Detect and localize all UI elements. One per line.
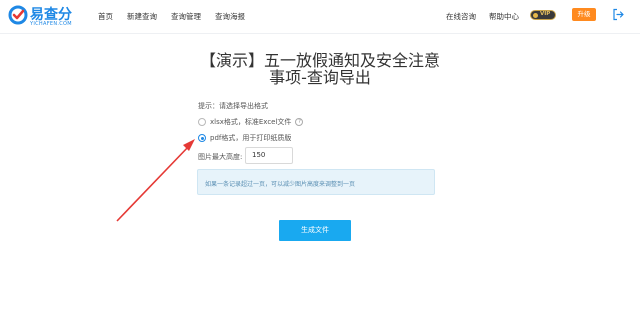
notice-text: 如果一条记录超过一页，可以减少图片高度来调整到一页 — [205, 181, 356, 188]
nav-new-query[interactable]: 新建查询 — [127, 11, 157, 22]
annotation-arrow-icon — [116, 139, 195, 222]
online-consult-link[interactable]: 在线咨询 — [446, 11, 476, 22]
page-title: 【演示】五一放假通知及安全注意事项-查询导出 — [199, 51, 440, 87]
vip-badge[interactable]: VIP — [530, 10, 556, 20]
nav-home[interactable]: 首页 — [98, 11, 113, 22]
xlsx-option-label: xlsx格式，标准Excel文件 — [210, 118, 292, 126]
logout-icon[interactable] — [612, 8, 624, 21]
nav-query-poster[interactable]: 查询海报 — [215, 11, 245, 22]
nav-query-management[interactable]: 查询管理 — [171, 11, 201, 22]
top-header: 易查分 YICHAFEN.COM 首页 新建查询 查询管理 查询海报 在线咨询 … — [0, 0, 640, 34]
help-center-link[interactable]: 帮助中心 — [489, 11, 519, 22]
pdf-format-option[interactable]: pdf格式，用于打印纸质版 — [198, 133, 291, 143]
brand-logo[interactable]: 易查分 YICHAFEN.COM — [8, 4, 78, 30]
max-height-input[interactable]: 150 — [245, 147, 293, 164]
xlsx-format-option[interactable]: xlsx格式，标准Excel文件 ? — [198, 117, 304, 127]
max-height-label: 图片最大高度: — [198, 153, 243, 161]
upgrade-button[interactable]: 升级 — [572, 8, 596, 21]
logo-mark-icon — [8, 5, 28, 25]
xlsx-radio[interactable] — [198, 118, 206, 126]
vip-crown-icon — [533, 13, 538, 18]
format-hint: 提示：请选择导出格式 — [198, 102, 268, 110]
pdf-option-label: pdf格式，用于打印纸质版 — [210, 134, 292, 142]
question-circle-icon[interactable]: ? — [295, 118, 304, 126]
generate-file-button[interactable]: 生成文件 — [279, 220, 351, 241]
main-nav: 首页 新建查询 查询管理 查询海报 — [98, 11, 259, 22]
pdf-radio[interactable] — [198, 134, 206, 142]
vip-badge-label: VIP — [540, 11, 551, 17]
info-notice: 如果一条记录超过一页，可以减少图片高度来调整到一页 — [197, 169, 435, 195]
logo-subtext: YICHAFEN.COM — [30, 21, 72, 27]
